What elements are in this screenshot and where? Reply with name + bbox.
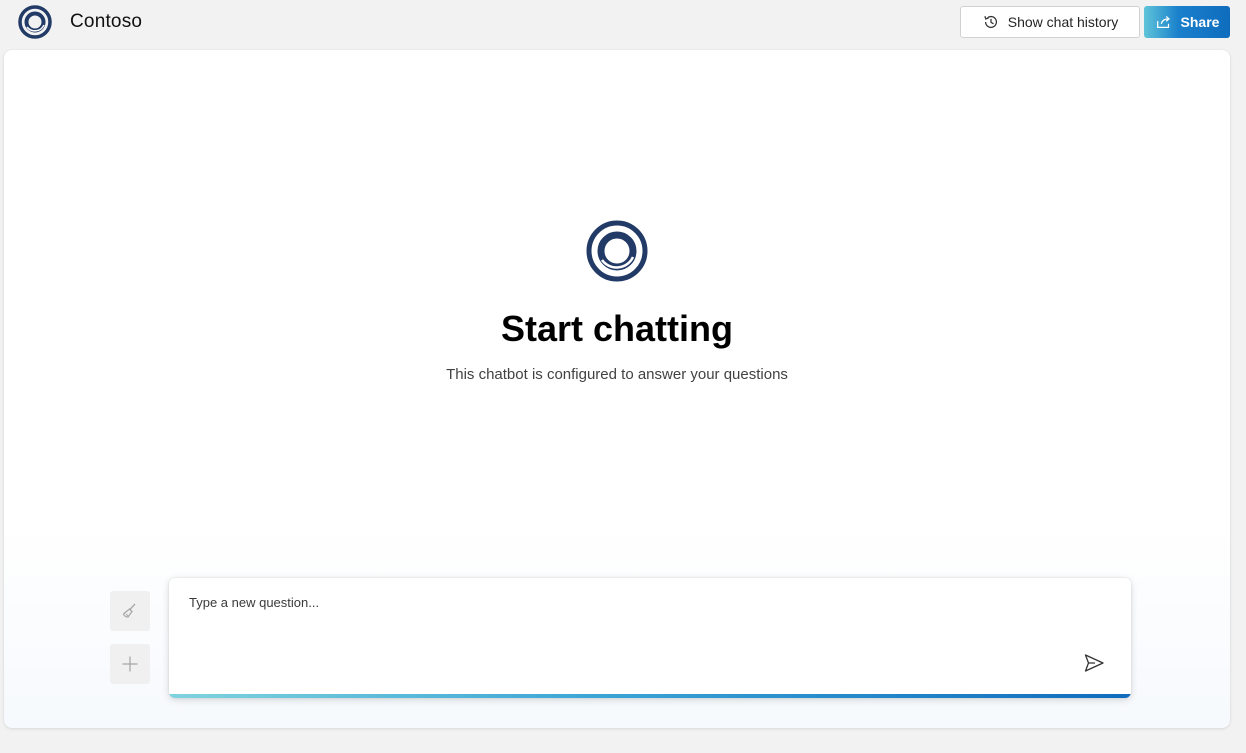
show-chat-history-button[interactable]: Show chat history [960, 6, 1140, 38]
broom-icon [122, 603, 136, 618]
question-input[interactable] [169, 578, 1069, 688]
send-icon [1084, 654, 1104, 672]
chat-panel: Start chatting This chatbot is configure… [4, 50, 1230, 728]
contoso-logo-icon [586, 220, 648, 282]
history-icon [984, 15, 997, 28]
clear-chat-button[interactable] [110, 591, 150, 631]
app-title: Contoso [70, 11, 143, 32]
plus-icon [122, 656, 138, 672]
show-chat-history-label: Show chat history [1007, 14, 1119, 30]
send-button[interactable] [1081, 650, 1107, 676]
empty-state-title: Start chatting [500, 308, 733, 349]
share-button[interactable]: Share [1144, 6, 1230, 38]
contoso-logo-icon [18, 5, 52, 39]
share-label: Share [1180, 14, 1220, 30]
app-header: Contoso Show chat history Share [0, 0, 1246, 46]
new-chat-button[interactable] [110, 644, 150, 684]
question-input-underline [169, 694, 1131, 698]
share-icon [1156, 15, 1170, 29]
question-composer [169, 578, 1131, 698]
empty-state-subtitle: This chatbot is configured to answer you… [446, 366, 788, 383]
